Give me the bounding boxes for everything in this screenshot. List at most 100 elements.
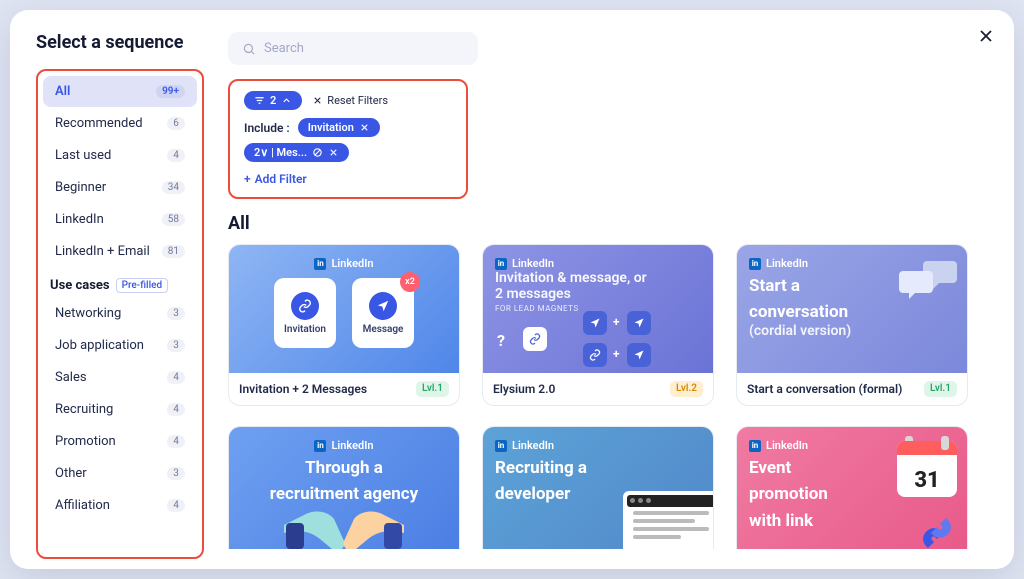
tile-message: x2 Message <box>352 278 414 348</box>
sidebar-item-linkedin-email[interactable]: LinkedIn + Email 81 <box>43 236 197 267</box>
search-icon <box>242 42 256 56</box>
linkedin-label: LinkedIn <box>331 439 373 452</box>
sequence-card[interactable]: inLinkedIn Through a recruitment agency … <box>228 426 460 549</box>
linkedin-icon: in <box>495 440 507 452</box>
sidebar-list-highlight: All 99+ Recommended 6 Last used 4 Beginn… <box>36 69 204 559</box>
sidebar-item-count: 58 <box>162 213 185 226</box>
sidebar-item-label: Sales <box>55 370 87 385</box>
sidebar-item-recommended[interactable]: Recommended 6 <box>43 108 197 139</box>
linkedin-icon: in <box>749 440 761 452</box>
include-label: Include : <box>244 121 290 135</box>
hero-line: recruitment agency <box>270 484 418 504</box>
sidebar-item-label: Recruiting <box>55 402 113 417</box>
sidebar-item-label: Other <box>55 466 87 481</box>
node-icon <box>523 327 547 351</box>
plus-icon: + <box>244 172 251 186</box>
card-hero: inLinkedIn Invitation x2 Message <box>229 245 459 373</box>
level-badge: Lvl.1 <box>416 381 449 397</box>
calendar-icon: 31 <box>897 441 957 497</box>
linkedin-label: LinkedIn <box>512 257 554 270</box>
chain-link-icon <box>913 513 961 549</box>
tile-pair: Invitation x2 Message <box>274 278 414 348</box>
linkedin-icon: in <box>749 258 761 270</box>
reset-filters-button[interactable]: Reset Filters <box>312 94 388 107</box>
sidebar-item-count: 3 <box>167 467 185 480</box>
sidebar-item-count: 34 <box>162 181 185 194</box>
close-icon[interactable] <box>328 147 339 158</box>
sequence-card[interactable]: inLinkedIn Start a conversation (cordial… <box>736 244 968 406</box>
flow-diagram: ? + + <box>495 313 701 361</box>
code-window-icon <box>623 491 714 549</box>
level-badge: Lvl.2 <box>670 381 703 397</box>
sidebar-item-label: All <box>55 84 70 99</box>
sidebar-item-beginner[interactable]: Beginner 34 <box>43 172 197 203</box>
close-icon[interactable] <box>359 122 370 133</box>
usecases-header-text: Use cases <box>50 278 110 293</box>
sidebar-item-count: 3 <box>167 307 185 320</box>
sequence-card[interactable]: inLinkedIn Event promotion with link 31 … <box>736 426 968 549</box>
speech-bubbles-icon <box>897 257 959 311</box>
block-icon <box>312 147 323 158</box>
filter-count: 2 <box>270 94 276 107</box>
prefilled-badge: Pre-filled <box>116 278 169 293</box>
sidebar-item-count: 4 <box>167 371 185 384</box>
card-hero: inLinkedIn Recruiting a developer <box>483 427 713 549</box>
sidebar-item-label: Networking <box>55 306 121 321</box>
close-icon <box>976 26 996 46</box>
sidebar-item-label: LinkedIn <box>55 212 104 227</box>
filter-count-toggle[interactable]: 2 <box>244 91 302 110</box>
sidebar-item-count: 3 <box>167 339 185 352</box>
close-icon <box>312 95 323 106</box>
sidebar-item-label: Job application <box>55 338 144 353</box>
hero-line: Recruiting a <box>495 458 701 478</box>
chevron-up-icon <box>281 95 292 106</box>
hero-line: 2 messages <box>495 286 701 302</box>
sequence-card[interactable]: in LinkedIn Invitation & message, or 2 me… <box>482 244 714 406</box>
sidebar-item-affiliation[interactable]: Affiliation 4 <box>43 490 197 521</box>
card-hero: in LinkedIn Invitation & message, or 2 me… <box>483 245 713 373</box>
search-placeholder: Search <box>264 41 304 56</box>
hero-subtext: (cordial version) <box>749 323 955 339</box>
node-icon <box>627 311 651 335</box>
linkedin-label: LinkedIn <box>331 257 373 270</box>
filter-chip-invitation[interactable]: Invitation <box>298 118 380 137</box>
add-filter-button[interactable]: + Add Filter <box>244 172 307 186</box>
sidebar-item-lastused[interactable]: Last used 4 <box>43 140 197 171</box>
sequence-card[interactable]: inLinkedIn Recruiting a developer Recrui… <box>482 426 714 549</box>
linkedin-icon: in <box>495 258 507 270</box>
hero-line: Invitation & message, or <box>495 270 701 286</box>
sidebar-item-label: LinkedIn + Email <box>55 244 150 259</box>
linkedin-label: LinkedIn <box>766 257 808 270</box>
usecases-header: Use cases Pre-filled <box>38 268 202 297</box>
tile-invitation: Invitation <box>274 278 336 348</box>
close-button[interactable] <box>976 26 996 50</box>
sidebar-item-count: 4 <box>167 403 185 416</box>
sidebar-item-count: 99+ <box>156 85 185 98</box>
sidebar-item-label: Last used <box>55 148 111 163</box>
sidebar-item-promotion[interactable]: Promotion4 <box>43 426 197 457</box>
search-input[interactable]: Search <box>228 32 478 65</box>
calendar-day: 31 <box>914 468 939 493</box>
sidebar-item-sales[interactable]: Sales 4 <box>43 362 197 393</box>
sidebar-item-jobapp[interactable]: Job application 3 <box>43 330 197 361</box>
sidebar-item-other[interactable]: Other 3 <box>43 458 197 489</box>
add-filter-label: Add Filter <box>255 172 307 186</box>
sequence-card-grid: in LinkedIn Invitation x2 Message <box>228 244 988 549</box>
filter-chip-messages[interactable]: 2∨ | Mes... <box>244 143 349 162</box>
main-area: Search 2 Reset Filters Include : Invitat… <box>228 32 988 549</box>
tile-label: Invitation <box>284 324 326 335</box>
sidebar-item-networking[interactable]: Networking 3 <box>43 298 197 329</box>
sidebar-item-count: 4 <box>167 499 185 512</box>
sidebar-item-count: 4 <box>167 149 185 162</box>
node-icon <box>627 343 651 367</box>
sidebar-item-recruiting[interactable]: Recruiting 4 <box>43 394 197 425</box>
sidebar-item-label: Affiliation <box>55 498 110 513</box>
sidebar-item-label: Recommended <box>55 116 143 131</box>
x2-badge: x2 <box>400 272 420 292</box>
link-icon <box>298 299 312 313</box>
sidebar-item-label: Beginner <box>55 180 106 195</box>
sidebar-item-all[interactable]: All 99+ <box>43 76 197 107</box>
sequence-card[interactable]: inLinkedIn Invitation x2 Message <box>228 244 460 406</box>
sidebar-item-linkedin[interactable]: LinkedIn 58 <box>43 204 197 235</box>
filter-panel-highlight: 2 Reset Filters Include : Invitation 2∨ … <box>228 79 468 199</box>
